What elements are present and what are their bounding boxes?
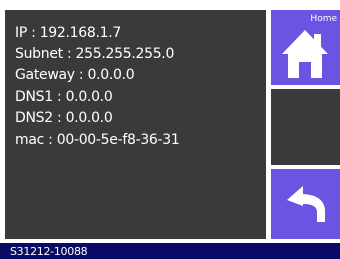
back-button[interactable] xyxy=(271,169,340,239)
subnet-mask: Subnet : 255.255.255.0 xyxy=(15,46,175,62)
home-button-label: Home xyxy=(310,14,337,24)
gateway-address: Gateway : 0.0.0.0 xyxy=(15,67,135,83)
dns2-address: DNS2 : 0.0.0.0 xyxy=(15,110,113,126)
device-screen: IP : 192.168.1.7 Subnet : 255.255.255.0 … xyxy=(0,0,340,259)
empty-button-slot xyxy=(271,89,340,165)
home-icon xyxy=(282,30,328,78)
network-info-panel: IP : 192.168.1.7 Subnet : 255.255.255.0 … xyxy=(5,10,266,239)
serial-number: S31212-10088 xyxy=(10,245,88,258)
mac-address: mac : 00-00-5e-f8-36-31 xyxy=(15,132,180,148)
back-arrow-icon xyxy=(287,186,325,222)
dns1-address: DNS1 : 0.0.0.0 xyxy=(15,89,113,105)
ip-address: IP : 192.168.1.7 xyxy=(15,25,121,41)
status-bar: S31212-10088 xyxy=(0,243,340,259)
home-button[interactable]: Home xyxy=(271,10,340,85)
